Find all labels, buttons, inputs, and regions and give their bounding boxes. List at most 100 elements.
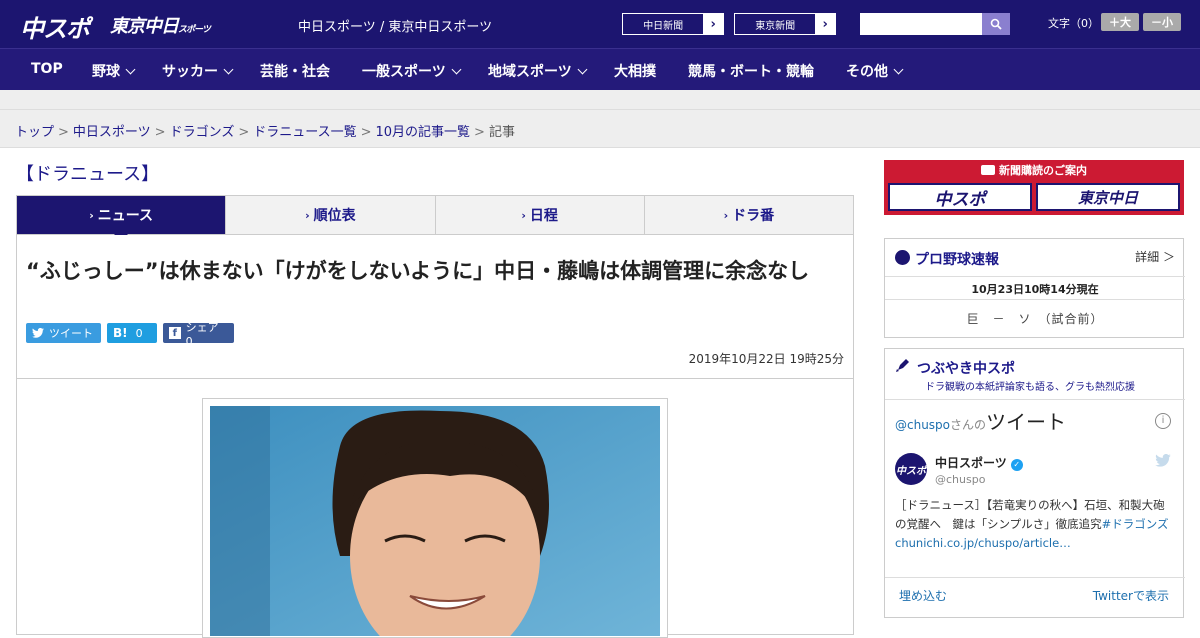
nav-general-sports[interactable]: 一般スポーツ: [362, 61, 462, 81]
tokyo-chunichi-logo[interactable]: 東京中日スポーツ: [110, 12, 211, 38]
breadcrumb-top[interactable]: トップ: [15, 125, 54, 140]
player-portrait-photo: [210, 406, 660, 636]
baseball-icon: [895, 250, 910, 265]
tweet-author-handle[interactable]: @chuspo: [935, 473, 985, 486]
nav-soccer[interactable]: サッカー: [162, 61, 234, 81]
section-title: 【ドラニュース】: [16, 164, 160, 185]
nav-other[interactable]: その他: [846, 61, 904, 81]
nav-label: 地域スポーツ: [488, 64, 572, 80]
subscription-banner[interactable]: 新聞購読のご案内 中スポ 東京中日: [884, 160, 1184, 215]
article-photo[interactable]: [210, 406, 660, 636]
breadcrumb-sep: >: [360, 125, 372, 140]
chevron-down-icon: [223, 64, 234, 75]
chevron-down-icon: [577, 64, 588, 75]
chuspo-logo[interactable]: 中スポ: [20, 9, 90, 44]
subscription-title-text: 新聞購読のご案内: [999, 164, 1087, 177]
tab-reporter[interactable]: › ドラ番: [645, 196, 853, 234]
nav-local-sports[interactable]: 地域スポーツ: [488, 61, 588, 81]
view-on-twitter-link[interactable]: Twitterで表示: [1093, 587, 1169, 604]
baseball-game-row[interactable]: 巨 － ソ （試合前）: [885, 299, 1185, 327]
breadcrumb-october[interactable]: 10月の記事一覧: [376, 125, 471, 140]
nav-label: その他: [846, 64, 888, 80]
facebook-share-label: シェア 0: [185, 320, 219, 348]
ad-band: [0, 90, 1200, 110]
search-icon: [990, 18, 1002, 30]
subscribe-tokyo-logo[interactable]: 東京中日: [1036, 183, 1180, 211]
chevron-right-icon: ›: [521, 208, 526, 222]
author-name-text: 中日スポーツ: [935, 456, 1007, 470]
breadcrumb-bar: トップ > 中日スポーツ > ドラゴンズ > ドラニュース一覧 >10月の記事一覧 > 記事: [0, 110, 1200, 148]
tab-standings[interactable]: › 順位表: [226, 196, 436, 234]
twitter-widget: つぶやき中スポ ドラ観戦の本紙評論家も語る、グラも熱烈応援 @chuspoさんの…: [884, 348, 1185, 618]
avatar[interactable]: 中スポ: [895, 453, 927, 485]
twitter-embed-header: @chuspoさんのツイート: [895, 406, 1066, 435]
breadcrumb-sep: >: [238, 125, 250, 140]
twitter-bird-icon[interactable]: [1155, 454, 1171, 467]
chevron-right-icon: ›: [305, 208, 310, 222]
nav-sumo[interactable]: 大相撲: [614, 61, 656, 81]
tokyo-shimbun-button[interactable]: 東京新聞 ›: [734, 13, 836, 35]
font-smaller-button[interactable]: －小: [1143, 13, 1181, 31]
facebook-share-button[interactable]: f シェア 0: [163, 321, 234, 348]
baseball-update-time: 10月23日10時14分現在: [885, 276, 1185, 297]
chevron-right-icon: ›: [815, 14, 835, 34]
tokyo-logo-text: 東京中日: [110, 16, 179, 37]
nav-baseball[interactable]: 野球: [92, 61, 136, 81]
tweet-text: ［ドラニュース］【若竜実りの秋へ】石垣、和製大砲の覚醒へ 鍵は「シンプルさ」徹底…: [895, 496, 1175, 553]
baseball-detail-link[interactable]: 詳細 ＞: [1135, 248, 1175, 265]
twitter-footer-divider: [885, 577, 1185, 578]
baseball-scores-widget: プロ野球速報 詳細 ＞ 10月23日10時14分現在 巨 － ソ （試合前）: [884, 238, 1185, 338]
publish-date: 2019年10月22日 19時25分: [688, 352, 844, 366]
hatena-bookmark-button[interactable]: B! 0: [107, 323, 157, 343]
search-input[interactable]: [860, 13, 982, 35]
breadcrumb-chuspo[interactable]: 中日スポーツ: [73, 125, 151, 140]
search-button[interactable]: [982, 13, 1010, 35]
chunichi-shimbun-button[interactable]: 中日新聞 ›: [622, 13, 724, 35]
newspaper-icon: [981, 165, 995, 175]
main-nav: TOP 野球 サッカー 芸能・社会 一般スポーツ 地域スポーツ 大相撲 競馬・ボ…: [0, 48, 1200, 90]
article-headline: “ふじっしー”は休まない「けがをしないように」中日・藤嶋は体調管理に余念なし: [26, 259, 810, 283]
tweet-author-name[interactable]: 中日スポーツ ✓: [935, 454, 1023, 471]
tab-label: ニュース: [97, 208, 154, 224]
breadcrumb-dragons[interactable]: ドラゴンズ: [170, 125, 235, 140]
breadcrumb: トップ > 中日スポーツ > ドラゴンズ > ドラニュース一覧 >10月の記事一覧 > 記事: [15, 121, 515, 140]
tab-label: 日程: [529, 208, 558, 224]
hatena-count: 0: [135, 326, 143, 340]
twitter-header-san: さんの: [950, 418, 987, 432]
nav-racing[interactable]: 競馬・ボート・競輪: [688, 61, 814, 81]
tab-news[interactable]: › ニュース: [17, 196, 227, 241]
nav-top[interactable]: TOP: [31, 61, 63, 77]
verified-icon: ✓: [1010, 459, 1023, 471]
nav-label: TOP: [31, 61, 63, 77]
nav-label: 野球: [92, 64, 120, 80]
tweet-hashtag[interactable]: #ドラゴンズ: [1102, 517, 1169, 531]
info-icon[interactable]: i: [1155, 413, 1171, 429]
subscribe-chuspo-logo[interactable]: 中スポ: [888, 183, 1032, 211]
chunichi-shimbun-label: 中日新聞: [643, 20, 684, 32]
chevron-down-icon: [451, 64, 462, 75]
font-size-label: 文字（0）: [1048, 17, 1099, 30]
chevron-right-icon: ›: [703, 14, 723, 34]
tweet-link[interactable]: chunichi.co.jp/chuspo/article…: [895, 536, 1071, 550]
tweet-share-button[interactable]: ツイート: [26, 323, 101, 343]
tab-schedule[interactable]: › 日程: [436, 196, 645, 234]
top-header: 中スポ 東京中日スポーツ 中日スポーツ / 東京中日スポーツ 中日新聞 › 東京…: [0, 0, 1200, 48]
baseball-widget-title: プロ野球速報: [915, 252, 999, 268]
nav-label: 一般スポーツ: [362, 64, 446, 80]
tweet-label: ツイート: [49, 327, 93, 340]
hatena-b-icon: B!: [113, 326, 128, 340]
tokyo-logo-small: スポーツ: [178, 25, 211, 35]
article-divider: [16, 378, 854, 379]
nav-label: 芸能・社会: [260, 64, 330, 80]
nav-entertainment[interactable]: 芸能・社会: [260, 61, 330, 81]
embed-link[interactable]: 埋め込む: [899, 587, 947, 604]
breadcrumb-sep: >: [58, 125, 69, 140]
twitter-header-tweets: ツイート: [986, 410, 1067, 434]
font-larger-button[interactable]: ＋大: [1101, 13, 1139, 31]
breadcrumb-news-list[interactable]: ドラニュース一覧: [253, 125, 356, 140]
site-names: 中日スポーツ / 東京中日スポーツ: [298, 20, 493, 35]
chevron-down-icon: [125, 64, 136, 75]
twitter-user-link[interactable]: @chuspo: [895, 418, 950, 432]
twitter-bird-icon: [32, 328, 44, 338]
twitter-widget-subtitle: ドラ観戦の本紙評論家も語る、グラも熱烈応援: [925, 382, 1135, 393]
